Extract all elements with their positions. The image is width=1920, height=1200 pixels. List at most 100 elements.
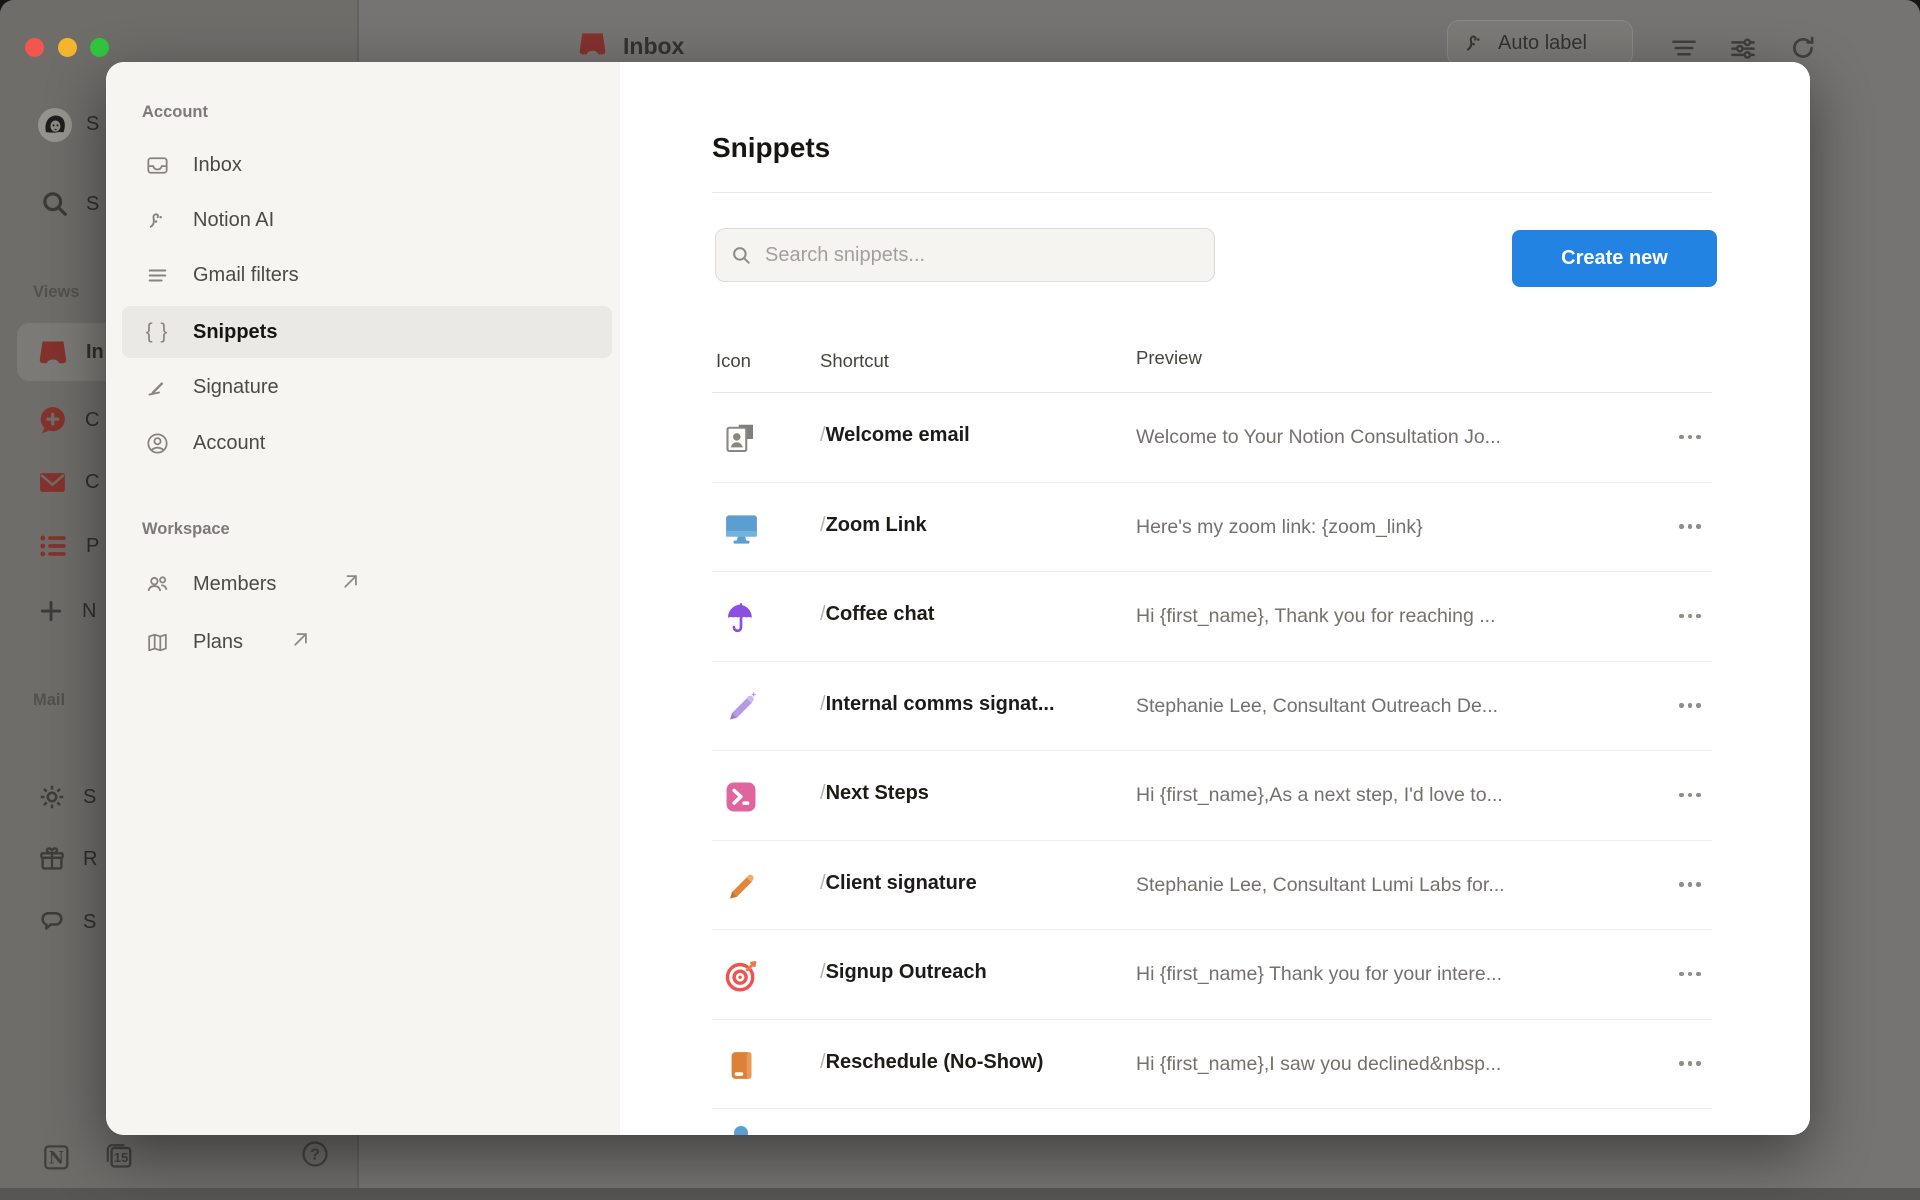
table-row[interactable]: /Reschedule (No-Show) Hi {first_name},I … [712, 1020, 1712, 1110]
chat-bubble-icon [37, 907, 67, 937]
background-page-title: Inbox [623, 33, 684, 60]
profile-button[interactable] [38, 108, 72, 142]
table-row[interactable]: /Welcome email Welcome to Your Notion Co… [712, 393, 1712, 483]
snippet-table: /Welcome email Welcome to Your Notion Co… [712, 393, 1712, 1109]
snippet-preview: Hi {first_name}, Thank you for reaching … [1136, 605, 1496, 628]
notion-ai-icon [1462, 30, 1488, 56]
sidebar-item-label: Signature [193, 376, 279, 399]
search-icon [39, 188, 71, 220]
sidebar-item-label: Notion AI [193, 209, 274, 232]
view-item-envelope[interactable]: C [36, 464, 99, 500]
sliders-icon [1728, 33, 1758, 63]
filter-button[interactable] [1667, 31, 1701, 65]
search-icon [730, 244, 753, 267]
snippet-shortcut: Internal comms signat... [826, 693, 1055, 715]
monitor-icon [721, 509, 761, 549]
page-title: Snippets [712, 132, 830, 164]
notion-ai-icon [144, 207, 170, 233]
title-divider [712, 192, 1712, 193]
notion-logo-icon: N [40, 1141, 72, 1173]
traffic-minimize-button[interactable] [58, 38, 77, 57]
sidebar-item-label: Snippets [193, 321, 277, 344]
sidebar-item-snippets[interactable]: { } Snippets [122, 306, 612, 358]
search-input[interactable] [763, 243, 1200, 268]
view-item-chat[interactable]: C [36, 402, 99, 438]
table-row[interactable]: /Next Steps Hi {first_name},As a next st… [712, 751, 1712, 841]
new-view-button[interactable]: N [36, 593, 96, 629]
row-menu-button[interactable] [1670, 423, 1710, 451]
view-item-list[interactable]: P [36, 528, 99, 564]
table-row[interactable]: /Internal comms signat... Stephanie Lee,… [712, 662, 1712, 752]
settings-modal: Account Inbox Notion AI Gmail filters { … [106, 62, 1810, 1135]
sidebar-item-notion-ai[interactable]: Notion AI [122, 194, 612, 246]
auto-label-text: Auto label [1498, 32, 1587, 55]
table-row[interactable]: /Signup Outreach Hi {first_name} Thank y… [712, 930, 1712, 1020]
help-button[interactable]: ? [300, 1139, 330, 1169]
sidebar-item-account[interactable]: Account [122, 417, 612, 469]
views-heading: Views [33, 283, 79, 302]
table-row[interactable]: /Client signature Stephanie Lee, Consult… [712, 841, 1712, 931]
row-menu-button[interactable] [1670, 960, 1710, 988]
notion-app-button[interactable]: N [40, 1141, 72, 1173]
umbrella-icon [721, 598, 761, 638]
snippet-preview: Hi {first_name} Thank you for your inter… [1136, 963, 1502, 986]
sidebar-item-label: Plans [193, 631, 243, 654]
gift-icon [37, 844, 67, 874]
row-menu-button[interactable] [1670, 871, 1710, 899]
mail-heading: Mail [33, 691, 65, 710]
external-link-icon [290, 629, 311, 655]
svg-text:N: N [49, 1147, 64, 1167]
filter-lines-icon [1669, 33, 1699, 63]
sidebar-item-signature[interactable]: Signature [122, 361, 612, 413]
svg-text:?: ? [310, 1146, 320, 1163]
calendar-app-button[interactable]: 15 [102, 1139, 135, 1172]
utility-item-label: S [83, 911, 96, 934]
snippet-shortcut: Client signature [826, 872, 977, 894]
snippet-preview: Stephanie Lee, Consultant Lumi Labs for.… [1136, 874, 1505, 897]
row-menu-button[interactable] [1670, 513, 1710, 541]
snippet-preview: Stephanie Lee, Consultant Outreach De... [1136, 695, 1498, 718]
settings-sidebar: Account Inbox Notion AI Gmail filters { … [106, 62, 620, 1135]
filter-lines-icon [144, 262, 170, 288]
book-icon [721, 1046, 761, 1086]
sidebar-item-gmail-filters[interactable]: Gmail filters [122, 249, 612, 301]
traffic-zoom-button[interactable] [90, 38, 109, 57]
display-settings-button[interactable] [1726, 31, 1760, 65]
view-item-label: C [85, 471, 99, 494]
search-button[interactable] [39, 188, 71, 225]
auto-label-button[interactable]: Auto label [1447, 20, 1633, 66]
view-item-label: In [86, 341, 104, 364]
snippet-shortcut: Signup Outreach [826, 961, 987, 983]
table-row[interactable]: /Coffee chat Hi {first_name}, Thank you … [712, 572, 1712, 662]
create-new-button[interactable]: Create new [1512, 230, 1717, 287]
row-menu-button[interactable] [1670, 602, 1710, 630]
referral-item[interactable]: R [37, 841, 97, 877]
refresh-button[interactable] [1786, 31, 1820, 65]
section-heading-account: Account [142, 103, 208, 122]
sidebar-item-members[interactable]: Members [122, 558, 612, 610]
list-icon [36, 529, 70, 563]
sidebar-item-label: Members [193, 573, 276, 596]
next-row-icon-partial [734, 1126, 748, 1135]
sidebar-item-plans[interactable]: Plans [122, 616, 612, 668]
snippet-shortcut: Next Steps [826, 782, 929, 804]
table-header: Icon Shortcut Preview [712, 350, 1712, 378]
table-row[interactable]: /Zoom Link Here's my zoom link: {zoom_li… [712, 483, 1712, 573]
sidebar-item-inbox[interactable]: Inbox [122, 139, 612, 191]
view-item-inbox[interactable]: In [36, 334, 104, 370]
row-menu-button[interactable] [1670, 1050, 1710, 1078]
support-item[interactable]: S [37, 904, 96, 940]
column-header-icon: Icon [716, 350, 751, 372]
utility-item-label: R [83, 848, 97, 871]
snippet-preview: Here's my zoom link: {zoom_link} [1136, 516, 1423, 539]
inbox-tray-icon [36, 335, 70, 369]
members-icon [144, 571, 170, 597]
traffic-close-button[interactable] [25, 38, 44, 57]
row-menu-button[interactable] [1670, 692, 1710, 720]
settings-item[interactable]: S [37, 779, 96, 815]
signature-icon [144, 374, 170, 400]
row-menu-button[interactable] [1670, 781, 1710, 809]
refresh-icon [1788, 33, 1818, 63]
help-icon: ? [300, 1139, 330, 1169]
person-circle-icon [144, 430, 170, 456]
